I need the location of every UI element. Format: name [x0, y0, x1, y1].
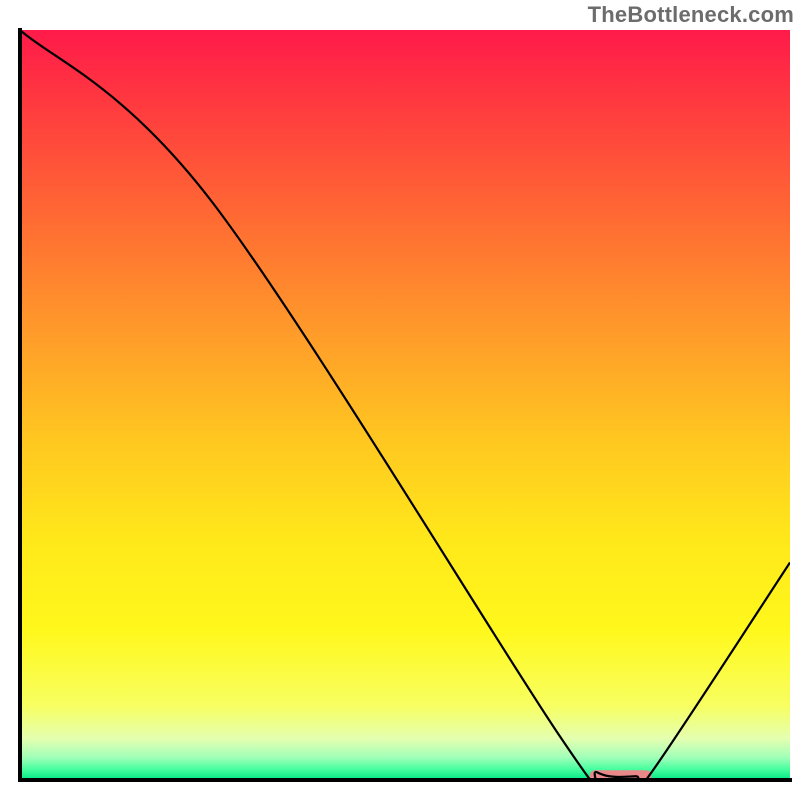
bottleneck-chart: TheBottleneck.com — [0, 0, 800, 800]
chart-svg — [0, 0, 800, 800]
gradient-background — [20, 30, 790, 780]
watermark-text: TheBottleneck.com — [588, 2, 794, 28]
